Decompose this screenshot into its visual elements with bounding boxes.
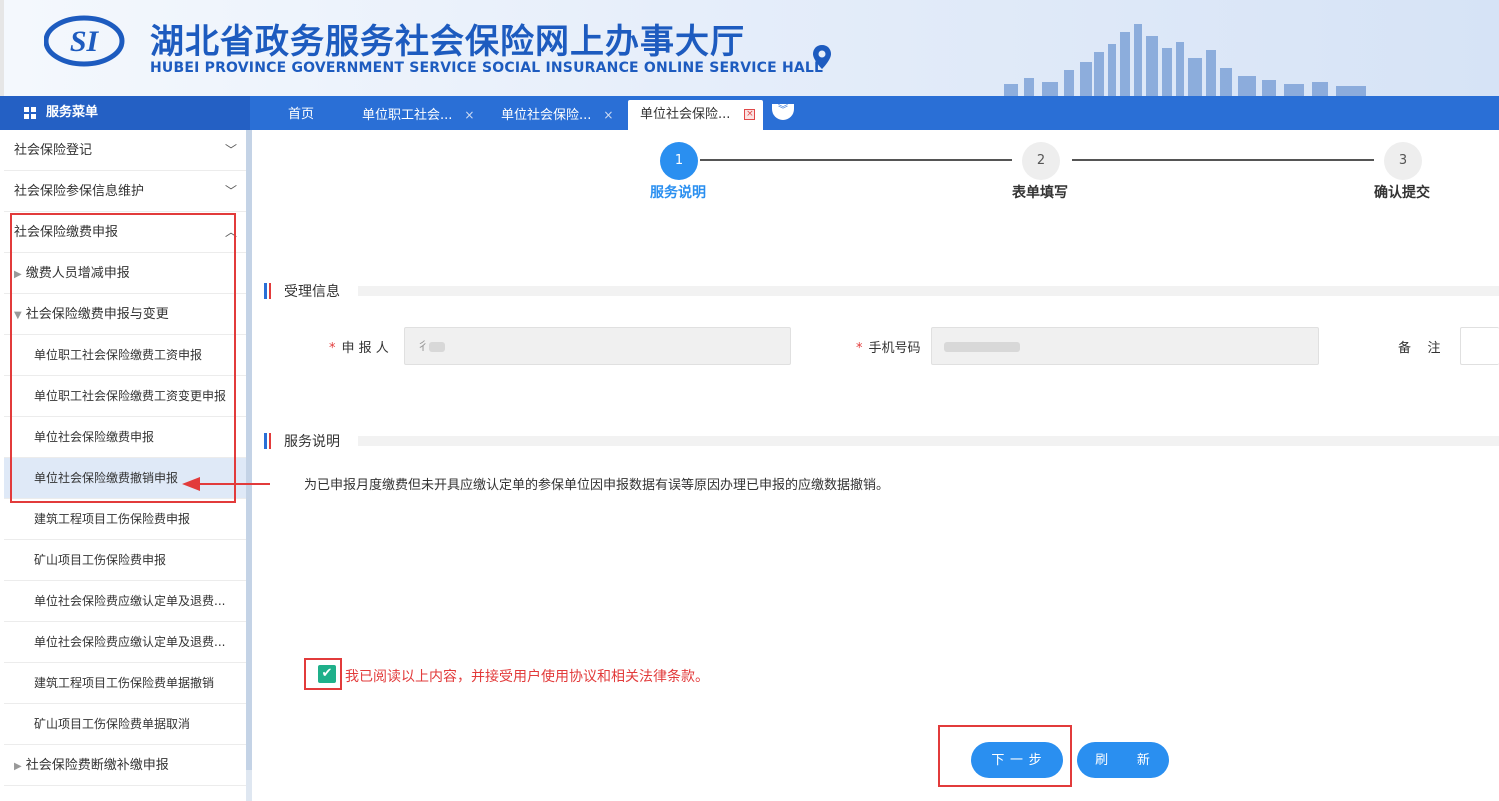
sidebar-item-construction-revoke[interactable]: 建筑工程项目工伤保险费单据撤销 (4, 663, 249, 704)
sidebar-item-label: 社会保险参保信息维护 (14, 184, 145, 199)
location-pin-icon (813, 45, 831, 69)
header-banner: SI 湖北省政务服务社会保险网上办事大厅 HUBEI PROVINCE GOVE… (0, 0, 1499, 96)
step-connector (1072, 159, 1374, 161)
remark-field[interactable] (1460, 327, 1499, 365)
step-2-circle: 2 (1022, 142, 1060, 180)
triangle-right-icon: ▶ (14, 761, 22, 772)
sidebar-item-construction-injury[interactable]: 建筑工程项目工伤保险费申报 (4, 499, 249, 540)
service-menu-title[interactable]: 服务菜单 (0, 96, 250, 130)
sidebar-item-mine-cancel[interactable]: 矿山项目工伤保险费单据取消 (4, 704, 249, 745)
applicant-value: 彳 (417, 339, 430, 353)
refresh-button[interactable]: 刷 新 (1077, 742, 1169, 778)
required-mark: * (856, 341, 863, 356)
step-indicator: 1 服务说明 2 表单填写 3 确认提交 (560, 140, 1499, 210)
next-step-button[interactable]: 下 一 步 (971, 742, 1063, 778)
tab-salary-declare[interactable]: 单位职工社会... × (362, 100, 474, 130)
section-title: 受理信息 (284, 284, 340, 300)
step-2-label: 表单填写 (1012, 185, 1068, 201)
tab-more-chevron-icon[interactable]: ︾ (772, 104, 794, 120)
tab-close-icon[interactable]: × (603, 108, 613, 122)
tab-label: 单位社会保险... (640, 107, 731, 122)
remark-label: 备 注 (1398, 341, 1441, 356)
tab-close-icon[interactable]: × (744, 109, 756, 120)
section-accept-info: 受理信息 (264, 281, 1499, 301)
step-3-circle: 3 (1384, 142, 1422, 180)
step-1-circle: 1 (660, 142, 698, 180)
tab-insurance-revoke[interactable]: 单位社会保险... × (628, 100, 764, 130)
site-title: 湖北省政务服务社会保险网上办事大厅 (150, 22, 745, 62)
tab-close-icon[interactable]: × (464, 108, 474, 122)
sidebar-item-refund-1[interactable]: 单位社会保险费应缴认定单及退费... (4, 581, 249, 622)
tab-label: 首页 (288, 107, 315, 122)
phone-field[interactable] (931, 327, 1319, 365)
sidebar-item-label: 社会保险费断缴补缴申报 (25, 758, 169, 773)
logo-text: SI (70, 25, 100, 58)
sidebar-group-info-maintain[interactable]: 社会保险参保信息维护 ﹀ (4, 171, 249, 212)
si-logo-icon: SI (44, 15, 125, 67)
required-mark: * (329, 341, 336, 356)
sidebar-scrollbar[interactable] (246, 130, 252, 801)
annotation-highlight-box (10, 213, 236, 503)
grid-menu-icon (24, 107, 37, 120)
chevron-down-icon: ﹀ (224, 184, 237, 198)
service-description-text: 为已申报月度缴费但未开具应缴认定单的参保单位因申报数据有误等原因办理已申报的应缴… (304, 478, 890, 493)
site-subtitle: HUBEI PROVINCE GOVERNMENT SERVICE SOCIAL… (150, 60, 824, 76)
top-navbar: 服务菜单 首页 单位职工社会... × 单位社会保险... × 单位社会保险... ×… (0, 96, 1499, 130)
step-1-label: 服务说明 (650, 185, 706, 201)
step-connector (700, 159, 1012, 161)
applicant-label: * 申 报 人 (329, 341, 389, 356)
phone-label: * 手机号码 (856, 341, 921, 356)
tab-insurance-declare[interactable]: 单位社会保险... × (501, 100, 613, 130)
sidebar-item-label: 社会保险登记 (14, 143, 93, 158)
city-skyline-graphic (1004, 24, 1366, 96)
sidebar-item-refund-2[interactable]: 单位社会保险费应缴认定单及退费... (4, 622, 249, 663)
chevron-down-icon: ﹀ (224, 143, 237, 157)
agreement-checkbox[interactable]: ✔ (318, 665, 336, 683)
scrollbar-thumb[interactable] (246, 130, 252, 770)
annotation-arrow-icon (182, 477, 270, 491)
sidebar-group-registration[interactable]: 社会保险登记 ﹀ (4, 130, 249, 171)
tab-label: 单位社会保险... (501, 108, 592, 123)
tab-home[interactable]: 首页 (288, 100, 314, 130)
masked-phone (944, 341, 1020, 352)
tab-label: 单位职工社会... (362, 108, 453, 123)
section-service-desc: 服务说明 (264, 431, 1499, 451)
applicant-field[interactable]: 彳 (404, 327, 791, 365)
menu-title-label: 服务菜单 (46, 105, 99, 120)
step-3-label: 确认提交 (1374, 185, 1430, 201)
section-title: 服务说明 (284, 434, 340, 450)
agreement-text[interactable]: 我已阅读以上内容，并接受用户使用协议和相关法律条款。 (345, 666, 709, 686)
sidebar-item-mine-injury[interactable]: 矿山项目工伤保险费申报 (4, 540, 249, 581)
sidebar-subgroup-arrears[interactable]: ▶ 社会保险费断缴补缴申报 (4, 745, 249, 786)
